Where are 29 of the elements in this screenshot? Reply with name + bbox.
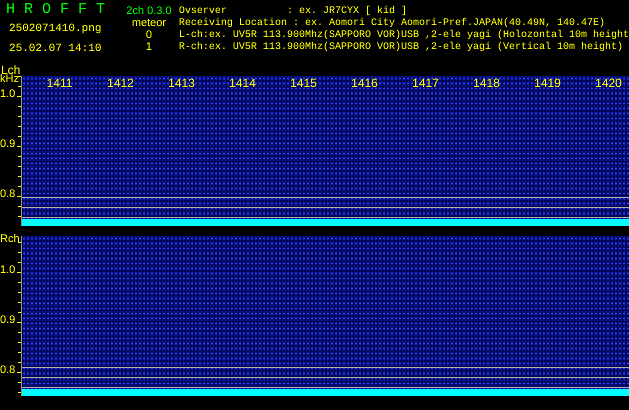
time-label: 1418 <box>472 76 501 90</box>
app-title: H R O F F T <box>6 2 106 18</box>
time-label: 1416 <box>350 76 379 90</box>
meteor-count: 1 <box>146 41 152 53</box>
frequency-label: 0.9 <box>0 314 16 326</box>
frequency-label: 1.0 <box>0 264 16 276</box>
meteor-label: meteor <box>132 17 166 29</box>
time-label: 1414 <box>228 76 257 90</box>
frequency-label: 0.8 <box>0 188 16 200</box>
meteor-count: 0 <box>146 29 152 41</box>
time-label: 1420 <box>594 76 623 90</box>
time-label: 1417 <box>411 76 440 90</box>
info-line: Ovserver : ex. JR7CYX [ kid ] <box>178 6 408 18</box>
info-line: R-ch:ex. UV5R 113.900Mhz(SAPPORO VOR)USB ,2-ele yagi (Vertical 10m height) <box>178 42 624 54</box>
time-label: 1412 <box>106 76 135 90</box>
frequency-label: 0.8 <box>0 364 16 376</box>
info-line: L-ch:ex. UV5R 113.900Mhz(SAPPORO VOR)USB ,2-ele yagi (Holozontal 10m height <box>178 30 629 42</box>
time-label: 1415 <box>289 76 318 90</box>
time-label: 1411 <box>46 76 74 90</box>
time-label: 1419 <box>533 76 562 90</box>
file-name: 2502071410.png <box>8 23 102 35</box>
unit-label: kHz <box>0 73 19 85</box>
frequency-label: 0.9 <box>0 138 16 150</box>
date-time: 25.02.07 14:10 <box>8 43 102 55</box>
time-label: 1413 <box>167 76 196 90</box>
version-label: 2ch 0.3.0 <box>126 5 172 17</box>
channel-label: Rch <box>0 233 20 245</box>
frequency-label: 1.0 <box>0 88 16 100</box>
info-line: Receiving Location : ex. Aomori City Aomori-Pref.JAPAN(40.49N, 140.47E) <box>178 18 606 30</box>
